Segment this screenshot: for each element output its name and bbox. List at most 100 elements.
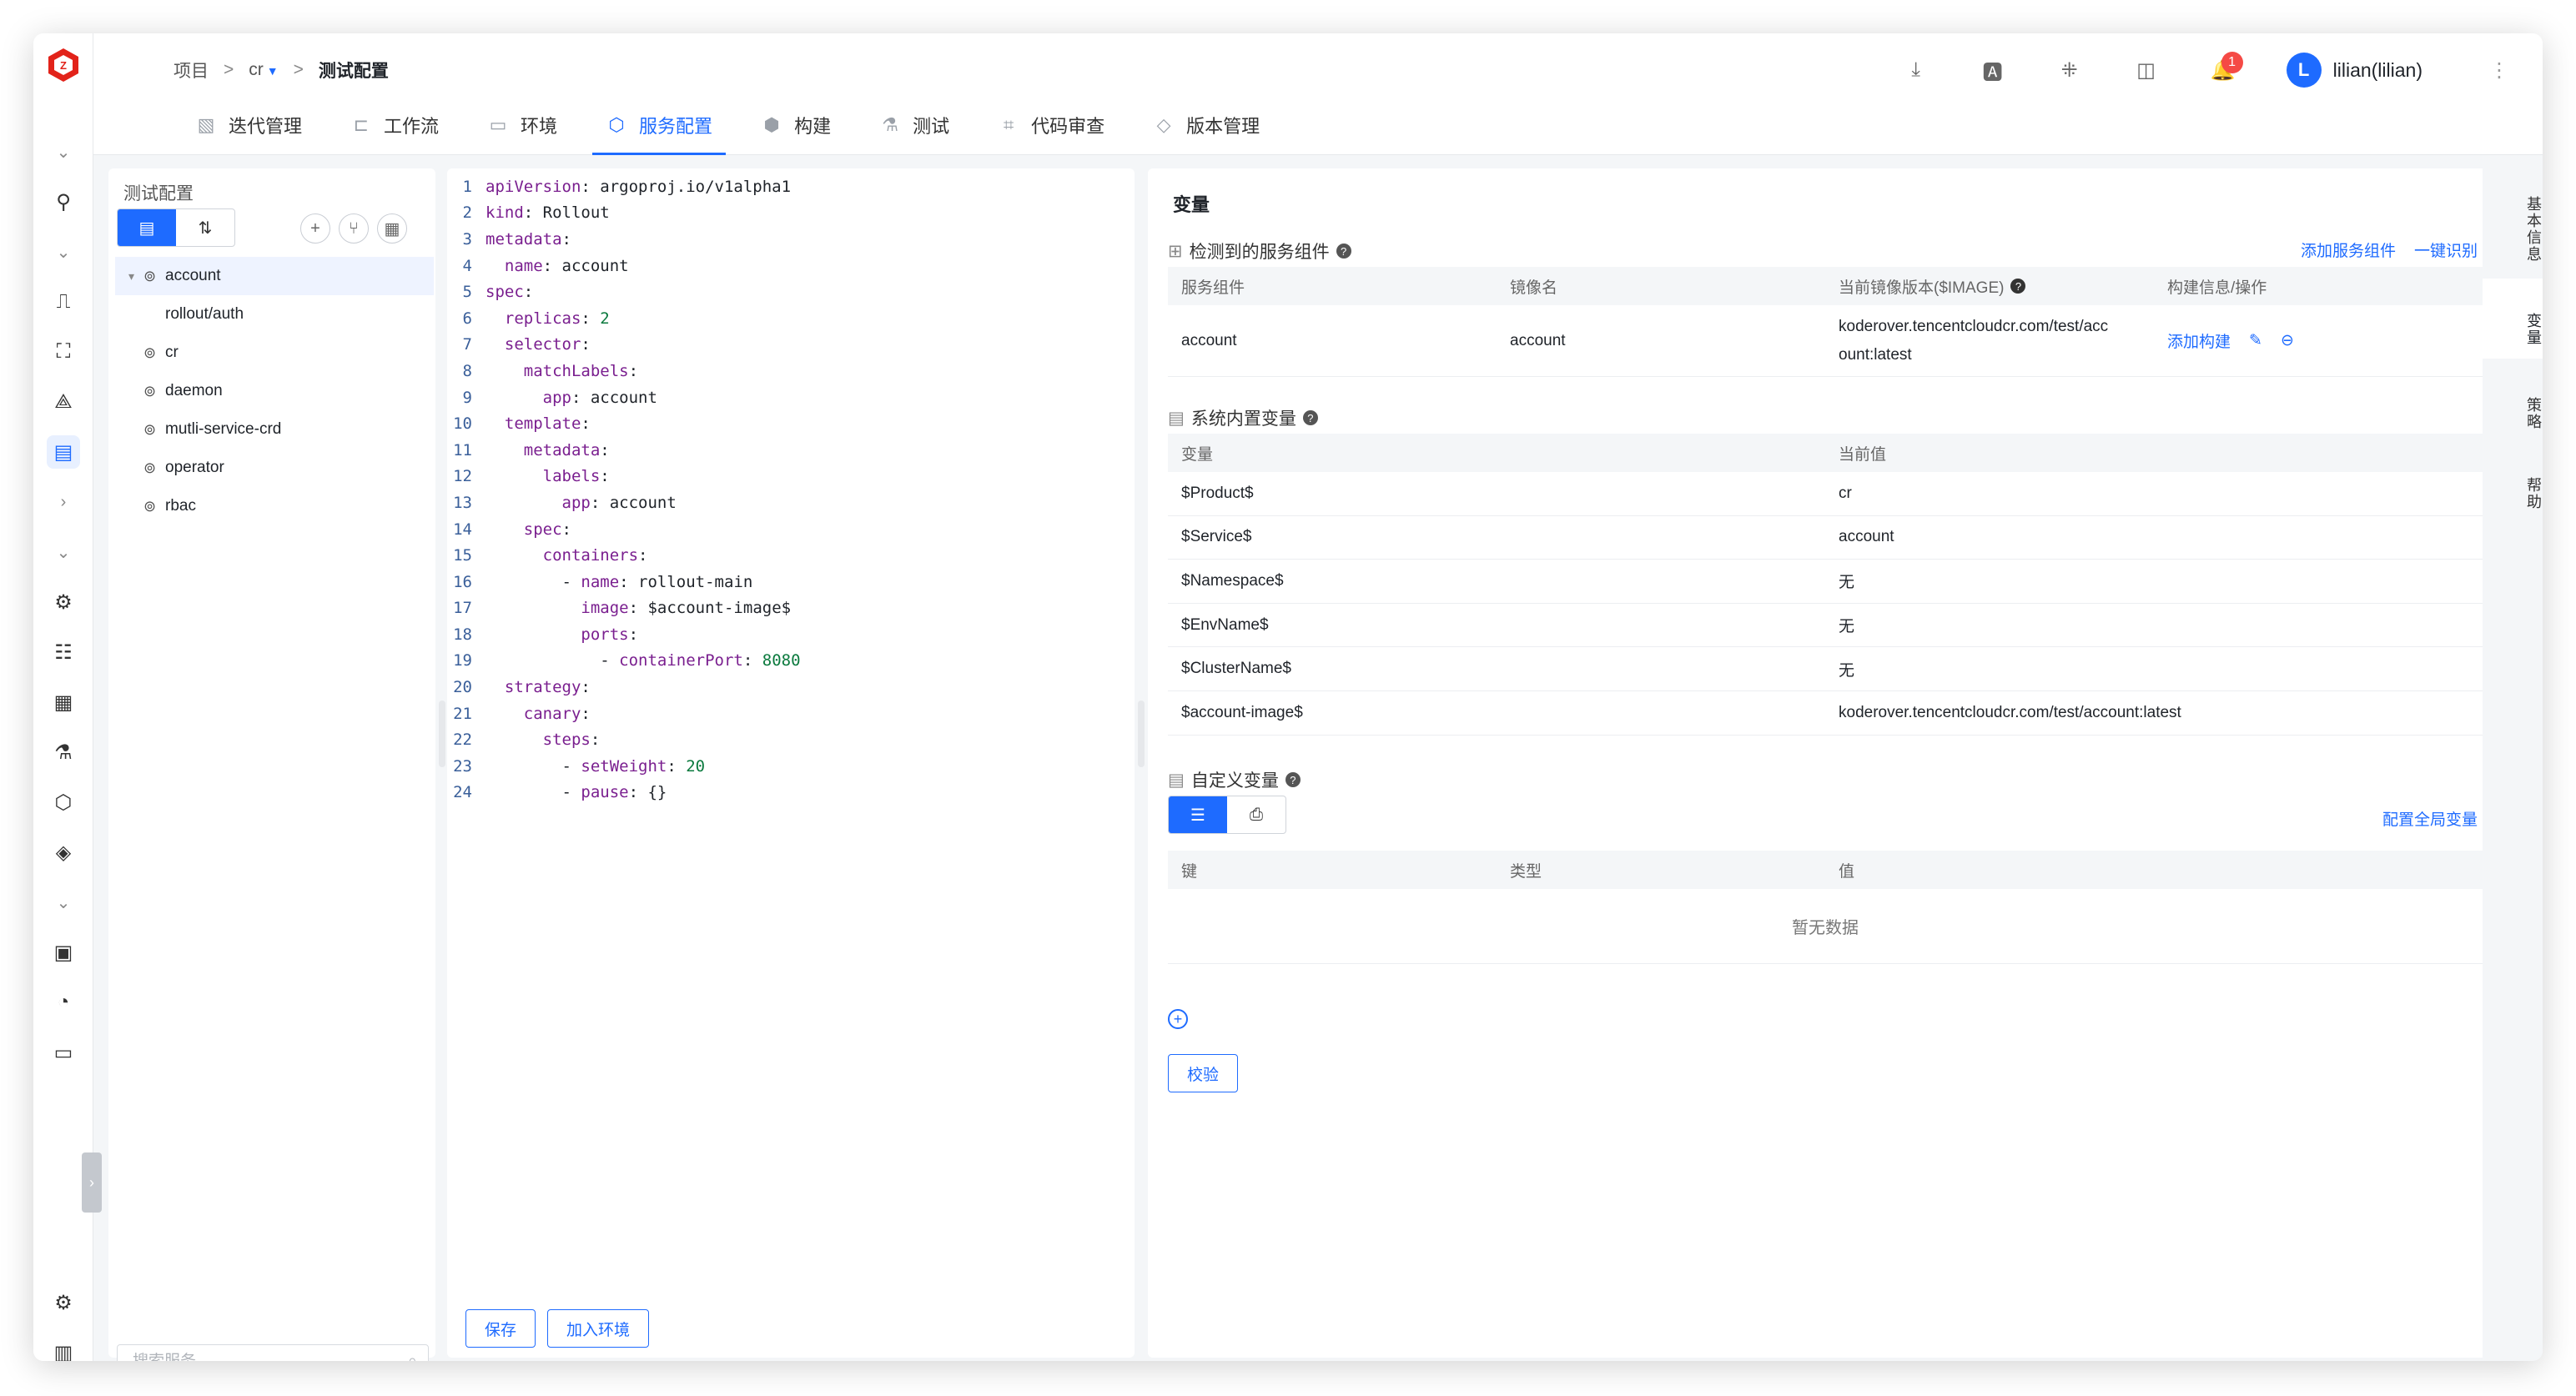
- collapse-chevron-icon[interactable]: ⌄: [47, 135, 80, 168]
- dashboard-icon[interactable]: ▣: [47, 936, 80, 969]
- system-settings-icon[interactable]: ⚙: [47, 1286, 80, 1319]
- zadig-logo[interactable]: Z: [45, 47, 82, 83]
- docs-icon[interactable]: ▥: [47, 1336, 80, 1362]
- tree-item-cr[interactable]: ⊚ cr: [115, 334, 434, 372]
- project-tabs: ▧ 迭代管理 ⊏ 工作流 ▭ 环境 ⬡ 服务配置 ⬢ 构建 ⚗ 测试 ⌗ 代码审查 ◇ 版本管理: [182, 95, 1295, 155]
- tab-build[interactable]: ⬢ 构建: [747, 95, 844, 155]
- help-icon[interactable]: ?: [1302, 410, 1318, 425]
- collapse-chevron-icon[interactable]: ⌄: [47, 886, 80, 919]
- add-variable-icon[interactable]: +: [1168, 1009, 1188, 1029]
- file-view-icon[interactable]: ⎙: [1227, 796, 1285, 833]
- yaml-colon: :: [628, 361, 639, 380]
- expand-chevron-icon[interactable]: ›: [47, 485, 80, 519]
- service-icon: ⊚: [143, 497, 157, 515]
- pipeline-icon[interactable]: ☷: [47, 635, 80, 669]
- tree-item-account[interactable]: ▾ ⊚ account: [115, 257, 434, 295]
- tab-workflow[interactable]: ⊏ 工作流: [337, 95, 452, 155]
- add-service-icon[interactable]: +: [300, 213, 330, 244]
- side-tab-basic-info[interactable]: 基本信息: [2483, 188, 2543, 264]
- yaml-editor[interactable]: 1 apiVersion: argoproj.io/v1alpha1 2 kind: …: [447, 168, 1135, 1358]
- settings-gear-icon[interactable]: ⚙: [47, 585, 80, 619]
- remove-circle-icon[interactable]: ⊖: [2281, 331, 2294, 350]
- more-icon[interactable]: ⋮: [2489, 58, 2509, 83]
- auto-detect-link[interactable]: 一键识别: [2414, 239, 2478, 261]
- search-input[interactable]: [117, 1344, 429, 1361]
- cube-icon[interactable]: ◈: [47, 836, 80, 869]
- tree-item-rollout-auth[interactable]: rollout/auth: [115, 295, 434, 334]
- tree-item-mutli-service-crd[interactable]: ⊚ mutli-service-crd: [115, 410, 434, 449]
- save-button[interactable]: 保存: [465, 1309, 536, 1348]
- list-view-icon[interactable]: ▤: [118, 209, 176, 246]
- add-build-link[interactable]: 添加构建: [2167, 329, 2231, 352]
- bell-icon[interactable]: 🔔 1: [2203, 50, 2243, 90]
- sort-icon[interactable]: ⇅: [176, 209, 234, 246]
- edit-icon[interactable]: ✎: [2249, 331, 2262, 350]
- join-env-button[interactable]: 加入环境: [547, 1309, 650, 1348]
- yaml-value: Rollout: [533, 203, 610, 223]
- line-number: 20: [453, 678, 472, 697]
- code-line: 17 image: $account-image$: [447, 595, 801, 622]
- tab-version[interactable]: ◇ 版本管理: [1140, 95, 1273, 155]
- resize-handle[interactable]: [439, 701, 445, 767]
- yaml-colon: :: [581, 177, 591, 196]
- rail-expand-handle[interactable]: ›: [82, 1152, 102, 1213]
- custom-vars-view-toggle: ☰ ⎙: [1168, 796, 1286, 834]
- add-component-link[interactable]: 添加服务组件: [2301, 239, 2396, 261]
- translate-icon[interactable]: 🅰: [1973, 50, 2013, 90]
- tab-env[interactable]: ▭ 环境: [474, 95, 571, 155]
- scan-icon: ⌗: [1003, 114, 1014, 135]
- yaml-colon: :: [581, 704, 591, 723]
- service-icon: ⬡: [608, 114, 625, 135]
- terminal-icon[interactable]: ▭: [47, 1036, 80, 1069]
- download-icon[interactable]: ⤓: [1896, 50, 1936, 90]
- pie-chart-icon[interactable]: ◔: [47, 986, 80, 1019]
- yaml-value: account: [581, 388, 657, 407]
- tab-test[interactable]: ⚗ 测试: [866, 95, 963, 155]
- project-icon[interactable]: ▤: [47, 435, 80, 469]
- column-header: 值: [1839, 862, 1855, 881]
- rocket-icon[interactable]: ⟁: [47, 385, 80, 419]
- tree-item-operator[interactable]: ⊚ operator: [115, 449, 434, 487]
- tree-item-daemon[interactable]: ⊚ daemon: [115, 372, 434, 410]
- side-tab-help[interactable]: 帮助: [2483, 460, 2543, 519]
- yaml-colon: :: [619, 572, 629, 591]
- yaml-colon: :: [590, 731, 601, 750]
- code-line: 14 spec:: [447, 516, 801, 543]
- monitor-icon[interactable]: ⎍: [47, 285, 80, 319]
- breadcrumb-project-select[interactable]: cr ▼: [249, 60, 278, 80]
- breadcrumb-root[interactable]: 项目: [174, 58, 209, 83]
- var-value: 无: [1839, 661, 1855, 680]
- tab-code-review[interactable]: ⌗ 代码审查: [984, 95, 1118, 155]
- help-icon[interactable]: ?: [2010, 279, 2026, 294]
- git-branch-icon[interactable]: ⑂: [339, 213, 369, 244]
- detected-components-table: 服务组件 镜像名 当前镜像版本($IMAGE)? 构建信息/操作 account…: [1168, 267, 2483, 377]
- tree-item-rbac[interactable]: ⊚ rbac: [115, 487, 434, 525]
- tree-toolbar: ▤ ⇅ + ⑂ ▦: [117, 208, 435, 247]
- tree-item-label: rollout/auth: [165, 305, 244, 323]
- book-icon[interactable]: ◫: [2126, 50, 2166, 90]
- help-icon[interactable]: ?: [1336, 244, 1351, 259]
- template-icon[interactable]: ▦: [47, 685, 80, 719]
- global-vars-link[interactable]: 配置全局变量: [2382, 807, 2478, 830]
- deploy-icon[interactable]: ⛶: [47, 335, 80, 369]
- side-tab-variables[interactable]: 变量: [2483, 279, 2543, 359]
- flask-icon[interactable]: ⚗: [47, 736, 80, 769]
- table-row: $account-image$ koderover.tencentcloudcr.…: [1168, 691, 2483, 736]
- template-icon[interactable]: ▦: [377, 213, 407, 244]
- validate-button[interactable]: 校验: [1168, 1054, 1239, 1092]
- yaml-key: matchLabels: [523, 361, 629, 380]
- package-icon[interactable]: ⬡: [47, 786, 80, 819]
- list-view-icon[interactable]: ☰: [1169, 796, 1227, 833]
- help-icon[interactable]: ?: [1285, 772, 1301, 787]
- user-menu[interactable]: L lilian(lilian): [2286, 53, 2423, 88]
- collapse-chevron-icon[interactable]: ⌄: [47, 535, 80, 569]
- dots-grid-icon[interactable]: ⁜: [2050, 50, 2090, 90]
- collapse-chevron-icon[interactable]: ⌄: [47, 235, 80, 269]
- line-number: 17: [453, 599, 472, 618]
- resize-handle[interactable]: [1138, 701, 1145, 767]
- side-tab-policy[interactable]: 策略: [2483, 380, 2543, 439]
- breadcrumb-project: cr: [249, 60, 264, 79]
- tab-service-config[interactable]: ⬡ 服务配置: [592, 95, 727, 155]
- tab-iteration[interactable]: ▧ 迭代管理: [182, 95, 315, 155]
- pin-icon[interactable]: ⚲: [47, 185, 80, 218]
